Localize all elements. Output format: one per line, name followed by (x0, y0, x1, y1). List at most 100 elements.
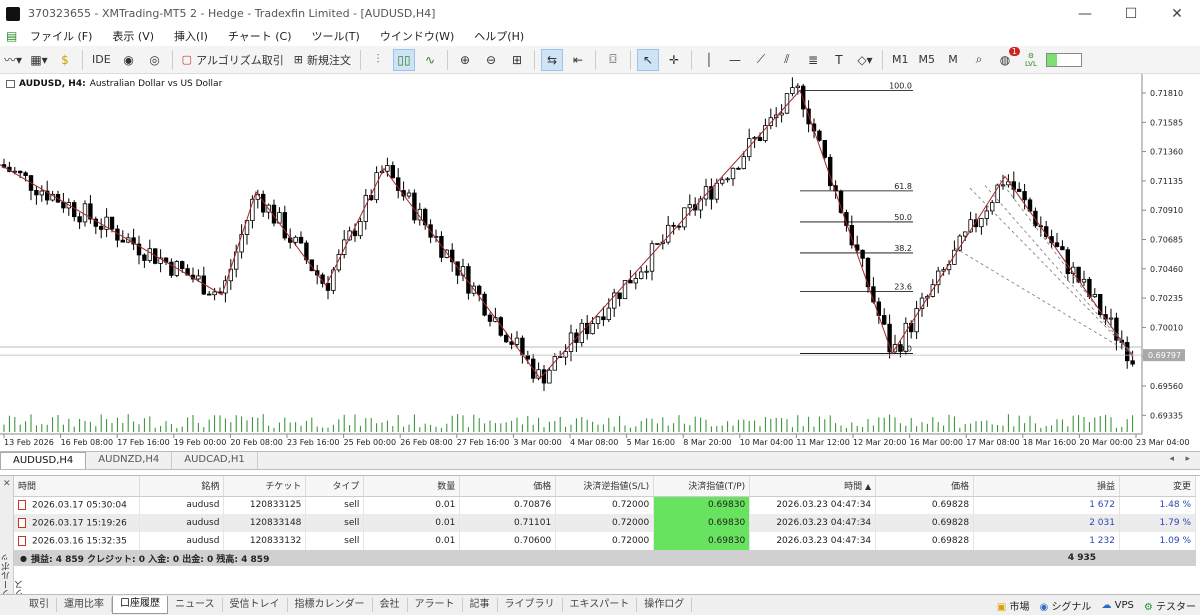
price-chart[interactable]: 0.71810 0.71585 0.71360 0.71135 0.70910 0.706… (0, 74, 1200, 452)
header-ticket[interactable]: チケット (223, 476, 307, 497)
tab-mailbox[interactable]: 受信トレイ (223, 598, 288, 612)
candle-body (82, 203, 88, 223)
scroll-left-icon[interactable]: ◂ (1169, 454, 1174, 464)
tab-library[interactable]: ライブラリ (498, 598, 563, 612)
chart-shift-icon[interactable]: ⇤ (567, 49, 589, 71)
menu-help[interactable]: ヘルプ(H) (464, 28, 534, 44)
table-row[interactable]: 2026.03.17 05:30:04 audusd 120833125 sel… (14, 496, 1197, 514)
vps-icon[interactable]: ◎ (144, 49, 166, 71)
candle-body (639, 271, 644, 279)
chart-type-icon[interactable]: 〰▾ (2, 49, 24, 71)
menu-tools[interactable]: ツール(T) (302, 28, 370, 44)
cell-tp: 0.69830 (653, 532, 751, 550)
timeframe-m1[interactable]: M1 (889, 49, 912, 71)
vertical-line-icon[interactable]: │ (698, 49, 720, 71)
chart-title: AUDUSD, H4: Australian Dollar vs US Doll… (6, 79, 222, 89)
status-market[interactable]: ▣ 市場 (997, 598, 1030, 613)
trendline-icon[interactable]: ⟋ (750, 49, 772, 71)
header-price-current[interactable]: 価格 (875, 476, 975, 497)
screenshot-icon[interactable]: ⌼ (602, 49, 624, 71)
menu-insert[interactable]: 挿入(I) (164, 28, 218, 44)
table-row[interactable]: 2026.03.16 15:32:35 audusd 120833132 sel… (14, 532, 1197, 550)
cell-type: sell (305, 514, 365, 532)
market-icon: ▣ (996, 602, 1007, 613)
level-icon[interactable]: ⚙ LVL (1020, 49, 1042, 71)
tab-trade[interactable]: 取引 (22, 598, 57, 612)
status-signals[interactable]: ◉ シグナル (1040, 598, 1092, 613)
candle-body (860, 249, 865, 259)
candle-body (838, 190, 844, 213)
tab-company[interactable]: 会社 (373, 598, 408, 612)
tab-exposure[interactable]: 運用比率 (57, 598, 112, 612)
status-vps[interactable]: ☁ VPS (1101, 600, 1133, 611)
horizontal-line-icon[interactable]: — (724, 49, 746, 71)
template-icon[interactable]: ▦▾ (28, 49, 50, 71)
separator (533, 49, 535, 70)
fan-line (984, 185, 1134, 356)
ide-button[interactable]: IDE (89, 49, 114, 71)
menu-file[interactable]: ファイル (F) (20, 28, 102, 44)
timeframe-more[interactable]: M (942, 49, 964, 71)
header-sl[interactable]: 決済逆指値(S/L) (555, 476, 655, 497)
header-symbol[interactable]: 銘柄 (139, 476, 225, 497)
chart-tab-audnzd[interactable]: AUDNZD,H4 (86, 452, 173, 469)
chart-menu-icon[interactable]: ▤ (6, 29, 20, 43)
positions-table: 時間 銘柄 チケット タイプ 数量 価格 決済逆指値(S/L) 決済指値(T/P… (14, 476, 1197, 550)
status-tester[interactable]: ⚙ テスター (1144, 598, 1196, 613)
line-chart-icon[interactable]: ∿ (419, 49, 441, 71)
header-tp[interactable]: 決済指値(T/P) (653, 476, 751, 497)
algo-trading-button[interactable]: ▢ アルゴリズム取引 (179, 49, 287, 71)
market-icon[interactable]: $ (54, 49, 76, 71)
new-order-button[interactable]: ⊞ 新規注文 (291, 49, 354, 71)
separator (629, 49, 631, 70)
header-price[interactable]: 価格 (459, 476, 557, 497)
timeframe-m5[interactable]: M5 (915, 49, 938, 71)
notifications-icon[interactable]: ◍ 1 (994, 46, 1020, 71)
tab-journal[interactable]: 操作ログ (637, 598, 693, 612)
menu-chart[interactable]: チャート (C) (218, 28, 302, 44)
grid-icon[interactable]: ⊞ (506, 49, 528, 71)
header-time[interactable]: 時間 (14, 476, 141, 497)
header-change[interactable]: 変更 (1119, 476, 1197, 497)
shapes-icon[interactable]: ◇▾ (854, 49, 876, 71)
menu-window[interactable]: ウインドウ(W) (370, 28, 464, 44)
cursor-icon[interactable]: ↖ (636, 48, 659, 71)
header-time-current[interactable]: 時間 ▲ (749, 476, 877, 497)
candle-body (358, 221, 363, 237)
zoom-in-icon[interactable]: ⊕ (454, 49, 476, 71)
candle-body (1022, 191, 1027, 201)
signals-icon[interactable]: ◉ (118, 49, 140, 71)
header-volume[interactable]: 数量 (363, 476, 461, 497)
close-button[interactable]: ✕ (1154, 0, 1200, 27)
search-icon[interactable]: ⌕ (968, 49, 990, 71)
time-label: 17 Mar 08:00 (966, 438, 1019, 447)
close-icon[interactable]: ✕ (3, 479, 11, 489)
bar-chart-icon[interactable]: ⫶ (367, 49, 389, 71)
chart-tab-audcad[interactable]: AUDCAD,H1 (172, 452, 258, 469)
chart-area[interactable]: 0.71810 0.71585 0.71360 0.71135 0.70910 0.706… (0, 74, 1200, 452)
tab-history[interactable]: 口座履歴 (112, 596, 168, 614)
status-bar: ▣ 市場 ◉ シグナル ☁ VPS ⚙ テスター (997, 595, 1196, 616)
menu-view[interactable]: 表示 (V) (102, 28, 164, 44)
minimize-button[interactable]: — (1062, 0, 1108, 27)
maximize-button[interactable]: ☐ (1108, 0, 1154, 27)
header-type[interactable]: タイプ (305, 476, 365, 497)
table-row[interactable]: 2026.03.17 15:19:26 audusd 120833148 sel… (14, 514, 1197, 532)
scroll-right-icon[interactable]: ▸ (1185, 454, 1190, 464)
fibonacci-icon[interactable]: ≣ (802, 49, 824, 71)
tab-calendar[interactable]: 指標カレンダー (288, 598, 373, 612)
tab-news[interactable]: ニュース (168, 598, 223, 612)
zoom-out-icon[interactable]: ⊖ (480, 49, 502, 71)
channel-icon[interactable]: ⫽ (776, 49, 798, 71)
crosshair-icon[interactable]: ✛ (663, 49, 685, 71)
tab-articles[interactable]: 記事 (463, 598, 498, 612)
text-icon[interactable]: T (828, 49, 850, 71)
tab-alerts[interactable]: アラート (408, 598, 463, 612)
tab-experts[interactable]: エキスパート (563, 598, 638, 612)
summary-text: 損益: 4 859 クレジット: 0 入金: 0 出金: 0 残高: 4 859 (30, 554, 270, 565)
autoscroll-icon[interactable]: ⇆ (540, 48, 563, 71)
candle-body (1054, 242, 1060, 247)
header-profit[interactable]: 損益 (973, 476, 1120, 497)
chart-tab-audusd[interactable]: AUDUSD,H4 (0, 452, 87, 469)
candlestick-icon[interactable]: ▯▯ (392, 48, 415, 71)
